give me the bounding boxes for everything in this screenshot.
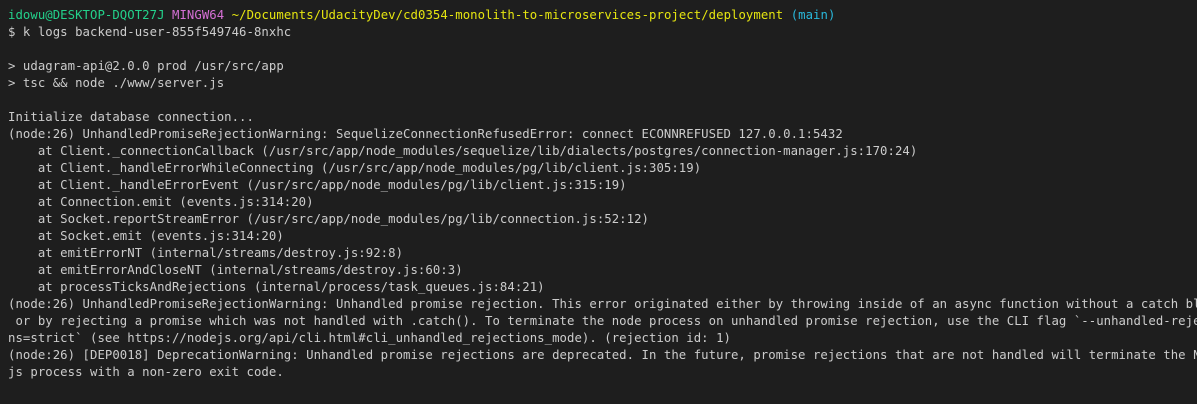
stack-trace-line: at Connection.emit (events.js:314:20) — [8, 195, 314, 209]
stack-trace-line: at emitErrorNT (internal/streams/destroy… — [8, 246, 404, 260]
command-line: $ k logs backend-user-855f549746-8nxhc — [8, 25, 292, 39]
prompt-git-branch: (main) — [790, 8, 836, 22]
stack-trace-line: at Client._handleErrorWhileConnecting (/… — [8, 161, 702, 175]
rejection-warning-line: or by rejecting a promise which was not … — [8, 314, 1197, 328]
prompt-line: idowu@DESKTOP-DQOT27J MINGW64 ~/Document… — [8, 7, 1197, 24]
prompt-working-directory: ~/Documents/UdacityDev/cd0354-monolith-t… — [231, 8, 784, 22]
stack-trace-line: at processTicksAndRejections (internal/p… — [8, 280, 545, 294]
terminal-window[interactable]: idowu@DESKTOP-DQOT27J MINGW64 ~/Document… — [0, 0, 1197, 404]
stack-trace-line: at Socket.reportStreamError (/usr/src/ap… — [8, 212, 649, 226]
stack-trace-line: at Socket.emit (events.js:314:20) — [8, 229, 284, 243]
prompt-user-host: idowu@DESKTOP-DQOT27J — [8, 8, 165, 22]
rejection-warning-line: ns=strict` (see https://nodejs.org/api/c… — [8, 331, 731, 345]
npm-script-line: > udagram-api@2.0.0 prod /usr/src/app — [8, 59, 284, 73]
npm-script-line: > tsc && node ./www/server.js — [8, 76, 225, 90]
deprecation-warning-line: (node:26) [DEP0018] DeprecationWarning: … — [8, 348, 1197, 362]
prompt-shell-name: MINGW64 — [172, 8, 225, 22]
stack-trace-line: at Client._connectionCallback (/usr/src/… — [8, 144, 918, 158]
deprecation-warning-line: js process with a non-zero exit code. — [8, 365, 284, 379]
rejection-warning-line: (node:26) UnhandledPromiseRejectionWarni… — [8, 297, 1197, 311]
database-init-line: Initialize database connection... — [8, 110, 254, 124]
connection-warning-line: (node:26) UnhandledPromiseRejectionWarni… — [8, 127, 843, 141]
stack-trace-line: at Client._handleErrorEvent (/usr/src/ap… — [8, 178, 627, 192]
stack-trace-line: at emitErrorAndCloseNT (internal/streams… — [8, 263, 463, 277]
